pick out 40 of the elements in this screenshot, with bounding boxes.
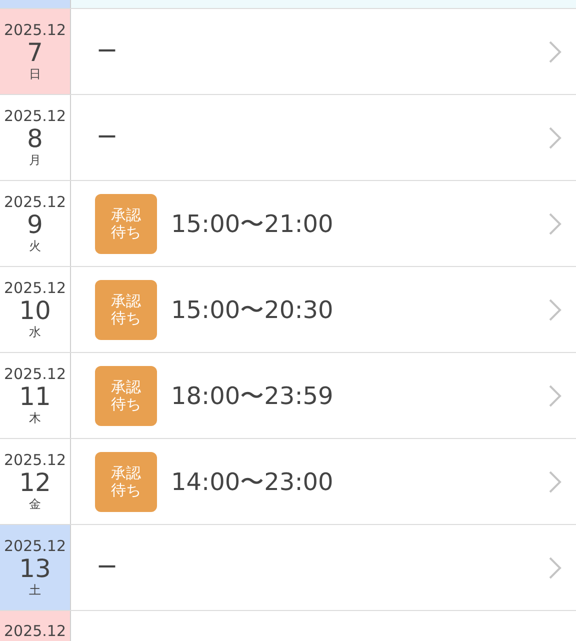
no-shift-dash: ー	[96, 38, 117, 65]
status-badge: 承認待ち	[95, 366, 157, 426]
day-number: 12	[19, 469, 51, 497]
chevron-right-icon	[548, 298, 562, 322]
chevron-right-icon	[548, 126, 562, 150]
status-badge: 承認待ち	[95, 452, 157, 512]
no-shift-dash: ー	[96, 124, 117, 151]
year-month: 2025.12	[4, 537, 66, 555]
day-number: 8	[27, 125, 43, 153]
year-month: 2025.12	[4, 622, 66, 640]
year-month: 2025.12	[4, 365, 66, 383]
weekday: 水	[29, 325, 41, 340]
weekday: 金	[29, 497, 41, 512]
day-number: 7	[27, 39, 43, 67]
chevron-right-icon	[548, 40, 562, 64]
year-month: 2025.12	[4, 451, 66, 469]
year-month: 2025.12	[4, 193, 66, 211]
chevron-right-icon	[548, 212, 562, 236]
day-number: 9	[27, 211, 43, 239]
no-shift-dash: ー	[96, 554, 117, 581]
year-month: 2025.12	[4, 107, 66, 125]
weekday: 土	[29, 583, 41, 598]
day-number: 10	[19, 297, 51, 325]
chevron-right-icon	[548, 556, 562, 580]
shift-time: 14:00〜23:00	[171, 466, 334, 498]
weekday: 火	[29, 239, 41, 254]
weekday: 日	[29, 67, 41, 82]
weekday: 月	[29, 153, 41, 168]
shift-time: 18:00〜23:59	[171, 380, 334, 412]
chevron-right-icon	[548, 470, 562, 494]
status-badge: 承認待ち	[95, 194, 157, 254]
day-number: 13	[19, 555, 51, 583]
status-badge: 承認待ち	[95, 280, 157, 340]
shift-time: 15:00〜20:30	[171, 294, 334, 326]
chevron-right-icon	[548, 384, 562, 408]
day-number: 11	[19, 383, 51, 411]
year-month: 2025.12	[4, 279, 66, 297]
shift-time: 15:00〜21:00	[171, 208, 334, 240]
weekday: 木	[29, 411, 41, 426]
year-month: 2025.12	[4, 21, 66, 39]
